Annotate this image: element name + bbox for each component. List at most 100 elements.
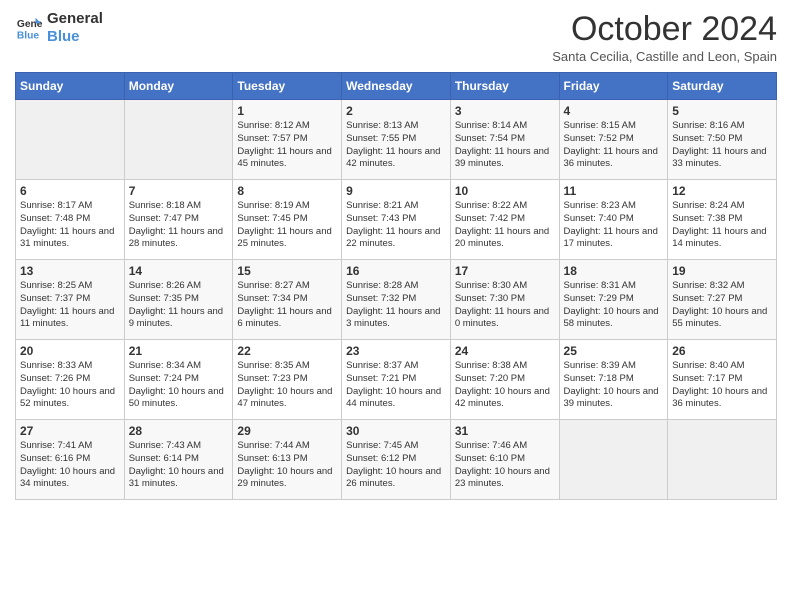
week-row-5: 27 Sunrise: 7:41 AM Sunset: 6:16 PM Dayli… [16, 420, 777, 500]
day-info: Sunrise: 8:27 AM Sunset: 7:34 PM Dayligh… [237, 280, 337, 331]
day-number: 21 [129, 344, 229, 358]
day-number: 12 [672, 184, 772, 198]
logo: General Blue General Blue [15, 10, 103, 46]
day-number: 6 [20, 184, 120, 198]
day-info: Sunrise: 8:21 AM Sunset: 7:43 PM Dayligh… [346, 200, 446, 251]
day-number: 19 [672, 264, 772, 278]
day-info: Sunrise: 8:19 AM Sunset: 7:45 PM Dayligh… [237, 200, 337, 251]
week-row-3: 13 Sunrise: 8:25 AM Sunset: 7:37 PM Dayli… [16, 260, 777, 340]
calendar-cell: 26 Sunrise: 8:40 AM Sunset: 7:17 PM Dayli… [668, 340, 777, 420]
svg-text:General: General [17, 19, 43, 30]
calendar-cell: 10 Sunrise: 8:22 AM Sunset: 7:42 PM Dayli… [450, 180, 559, 260]
day-info: Sunrise: 7:43 AM Sunset: 6:14 PM Dayligh… [129, 440, 229, 491]
calendar-cell: 9 Sunrise: 8:21 AM Sunset: 7:43 PM Daylig… [342, 180, 451, 260]
day-header-tuesday: Tuesday [233, 73, 342, 100]
day-number: 10 [455, 184, 555, 198]
day-number: 1 [237, 104, 337, 118]
day-info: Sunrise: 8:24 AM Sunset: 7:38 PM Dayligh… [672, 200, 772, 251]
header-row: SundayMondayTuesdayWednesdayThursdayFrid… [16, 73, 777, 100]
day-info: Sunrise: 8:39 AM Sunset: 7:18 PM Dayligh… [564, 360, 664, 411]
calendar-cell: 19Sunrise: 8:32 AM Sunset: 7:27 PM Dayli… [668, 260, 777, 340]
title-area: October 2024 Santa Cecilia, Castille and… [552, 10, 777, 64]
calendar-cell [668, 420, 777, 500]
calendar-cell: 16 Sunrise: 8:28 AM Sunset: 7:32 PM Dayli… [342, 260, 451, 340]
day-info: Sunrise: 8:38 AM Sunset: 7:20 PM Dayligh… [455, 360, 555, 411]
calendar-cell: 22Sunrise: 8:35 AM Sunset: 7:23 PM Dayli… [233, 340, 342, 420]
day-info: Sunrise: 8:40 AM Sunset: 7:17 PM Dayligh… [672, 360, 772, 411]
day-number: 31 [455, 424, 555, 438]
week-row-2: 6 Sunrise: 8:17 AM Sunset: 7:48 PM Daylig… [16, 180, 777, 260]
day-info: Sunrise: 8:18 AM Sunset: 7:47 PM Dayligh… [129, 200, 229, 251]
day-info: Sunrise: 8:15 AM Sunset: 7:52 PM Dayligh… [564, 120, 664, 171]
day-header-saturday: Saturday [668, 73, 777, 100]
day-number: 27 [20, 424, 120, 438]
day-info: Sunrise: 8:31 AM Sunset: 7:29 PM Dayligh… [564, 280, 664, 331]
logo-icon: General Blue [15, 14, 43, 42]
day-header-wednesday: Wednesday [342, 73, 451, 100]
day-info: Sunrise: 7:44 AM Sunset: 6:13 PM Dayligh… [237, 440, 337, 491]
calendar-cell: 5 Sunrise: 8:16 AM Sunset: 7:50 PM Daylig… [668, 100, 777, 180]
day-header-thursday: Thursday [450, 73, 559, 100]
day-number: 20 [20, 344, 120, 358]
day-number: 2 [346, 104, 446, 118]
calendar-cell [559, 420, 668, 500]
day-number: 30 [346, 424, 446, 438]
day-info: Sunrise: 8:23 AM Sunset: 7:40 PM Dayligh… [564, 200, 664, 251]
calendar-cell: 3 Sunrise: 8:14 AM Sunset: 7:54 PM Daylig… [450, 100, 559, 180]
day-info: Sunrise: 8:13 AM Sunset: 7:55 PM Dayligh… [346, 120, 446, 171]
day-number: 28 [129, 424, 229, 438]
day-number: 29 [237, 424, 337, 438]
calendar-cell: 7Sunrise: 8:18 AM Sunset: 7:47 PM Daylig… [124, 180, 233, 260]
calendar-cell [16, 100, 125, 180]
day-info: Sunrise: 8:16 AM Sunset: 7:50 PM Dayligh… [672, 120, 772, 171]
day-number: 4 [564, 104, 664, 118]
day-info: Sunrise: 8:28 AM Sunset: 7:32 PM Dayligh… [346, 280, 446, 331]
day-info: Sunrise: 8:26 AM Sunset: 7:35 PM Dayligh… [129, 280, 229, 331]
calendar-cell: 6 Sunrise: 8:17 AM Sunset: 7:48 PM Daylig… [16, 180, 125, 260]
location-subtitle: Santa Cecilia, Castille and Leon, Spain [552, 49, 777, 64]
calendar-cell: 8 Sunrise: 8:19 AM Sunset: 7:45 PM Daylig… [233, 180, 342, 260]
calendar-cell: 20Sunrise: 8:33 AM Sunset: 7:26 PM Dayli… [16, 340, 125, 420]
day-number: 17 [455, 264, 555, 278]
day-info: Sunrise: 8:12 AM Sunset: 7:57 PM Dayligh… [237, 120, 337, 171]
svg-text:Blue: Blue [17, 30, 40, 41]
day-number: 26 [672, 344, 772, 358]
calendar-cell: 13 Sunrise: 8:25 AM Sunset: 7:37 PM Dayli… [16, 260, 125, 340]
day-info: Sunrise: 7:41 AM Sunset: 6:16 PM Dayligh… [20, 440, 120, 491]
calendar-cell: 23Sunrise: 8:37 AM Sunset: 7:21 PM Dayli… [342, 340, 451, 420]
day-number: 16 [346, 264, 446, 278]
day-number: 24 [455, 344, 555, 358]
day-number: 8 [237, 184, 337, 198]
day-info: Sunrise: 8:25 AM Sunset: 7:37 PM Dayligh… [20, 280, 120, 331]
calendar-cell: 24 Sunrise: 8:38 AM Sunset: 7:20 PM Dayli… [450, 340, 559, 420]
day-number: 5 [672, 104, 772, 118]
calendar-cell: 4 Sunrise: 8:15 AM Sunset: 7:52 PM Daylig… [559, 100, 668, 180]
calendar-table: SundayMondayTuesdayWednesdayThursdayFrid… [15, 72, 777, 500]
day-header-friday: Friday [559, 73, 668, 100]
logo-line2: Blue [47, 28, 103, 46]
day-number: 14 [129, 264, 229, 278]
day-number: 18 [564, 264, 664, 278]
calendar-cell: 27 Sunrise: 7:41 AM Sunset: 6:16 PM Dayli… [16, 420, 125, 500]
day-info: Sunrise: 8:17 AM Sunset: 7:48 PM Dayligh… [20, 200, 120, 251]
day-header-monday: Monday [124, 73, 233, 100]
week-row-1: 1 Sunrise: 8:12 AM Sunset: 7:57 PM Daylig… [16, 100, 777, 180]
day-info: Sunrise: 8:30 AM Sunset: 7:30 PM Dayligh… [455, 280, 555, 331]
calendar-cell: 28 Sunrise: 7:43 AM Sunset: 6:14 PM Dayli… [124, 420, 233, 500]
calendar-cell: 15 Sunrise: 8:27 AM Sunset: 7:34 PM Dayli… [233, 260, 342, 340]
calendar-cell: 29 Sunrise: 7:44 AM Sunset: 6:13 PM Dayli… [233, 420, 342, 500]
day-number: 3 [455, 104, 555, 118]
day-info: Sunrise: 8:14 AM Sunset: 7:54 PM Dayligh… [455, 120, 555, 171]
day-info: Sunrise: 7:45 AM Sunset: 6:12 PM Dayligh… [346, 440, 446, 491]
logo-line1: General [47, 10, 103, 28]
day-info: Sunrise: 8:35 AM Sunset: 7:23 PM Dayligh… [237, 360, 337, 411]
calendar-cell: 14 Sunrise: 8:26 AM Sunset: 7:35 PM Dayli… [124, 260, 233, 340]
day-number: 9 [346, 184, 446, 198]
calendar-cell: 17 Sunrise: 8:30 AM Sunset: 7:30 PM Dayli… [450, 260, 559, 340]
calendar-cell [124, 100, 233, 180]
week-row-4: 20Sunrise: 8:33 AM Sunset: 7:26 PM Dayli… [16, 340, 777, 420]
day-number: 13 [20, 264, 120, 278]
day-number: 15 [237, 264, 337, 278]
day-info: Sunrise: 8:22 AM Sunset: 7:42 PM Dayligh… [455, 200, 555, 251]
day-number: 11 [564, 184, 664, 198]
